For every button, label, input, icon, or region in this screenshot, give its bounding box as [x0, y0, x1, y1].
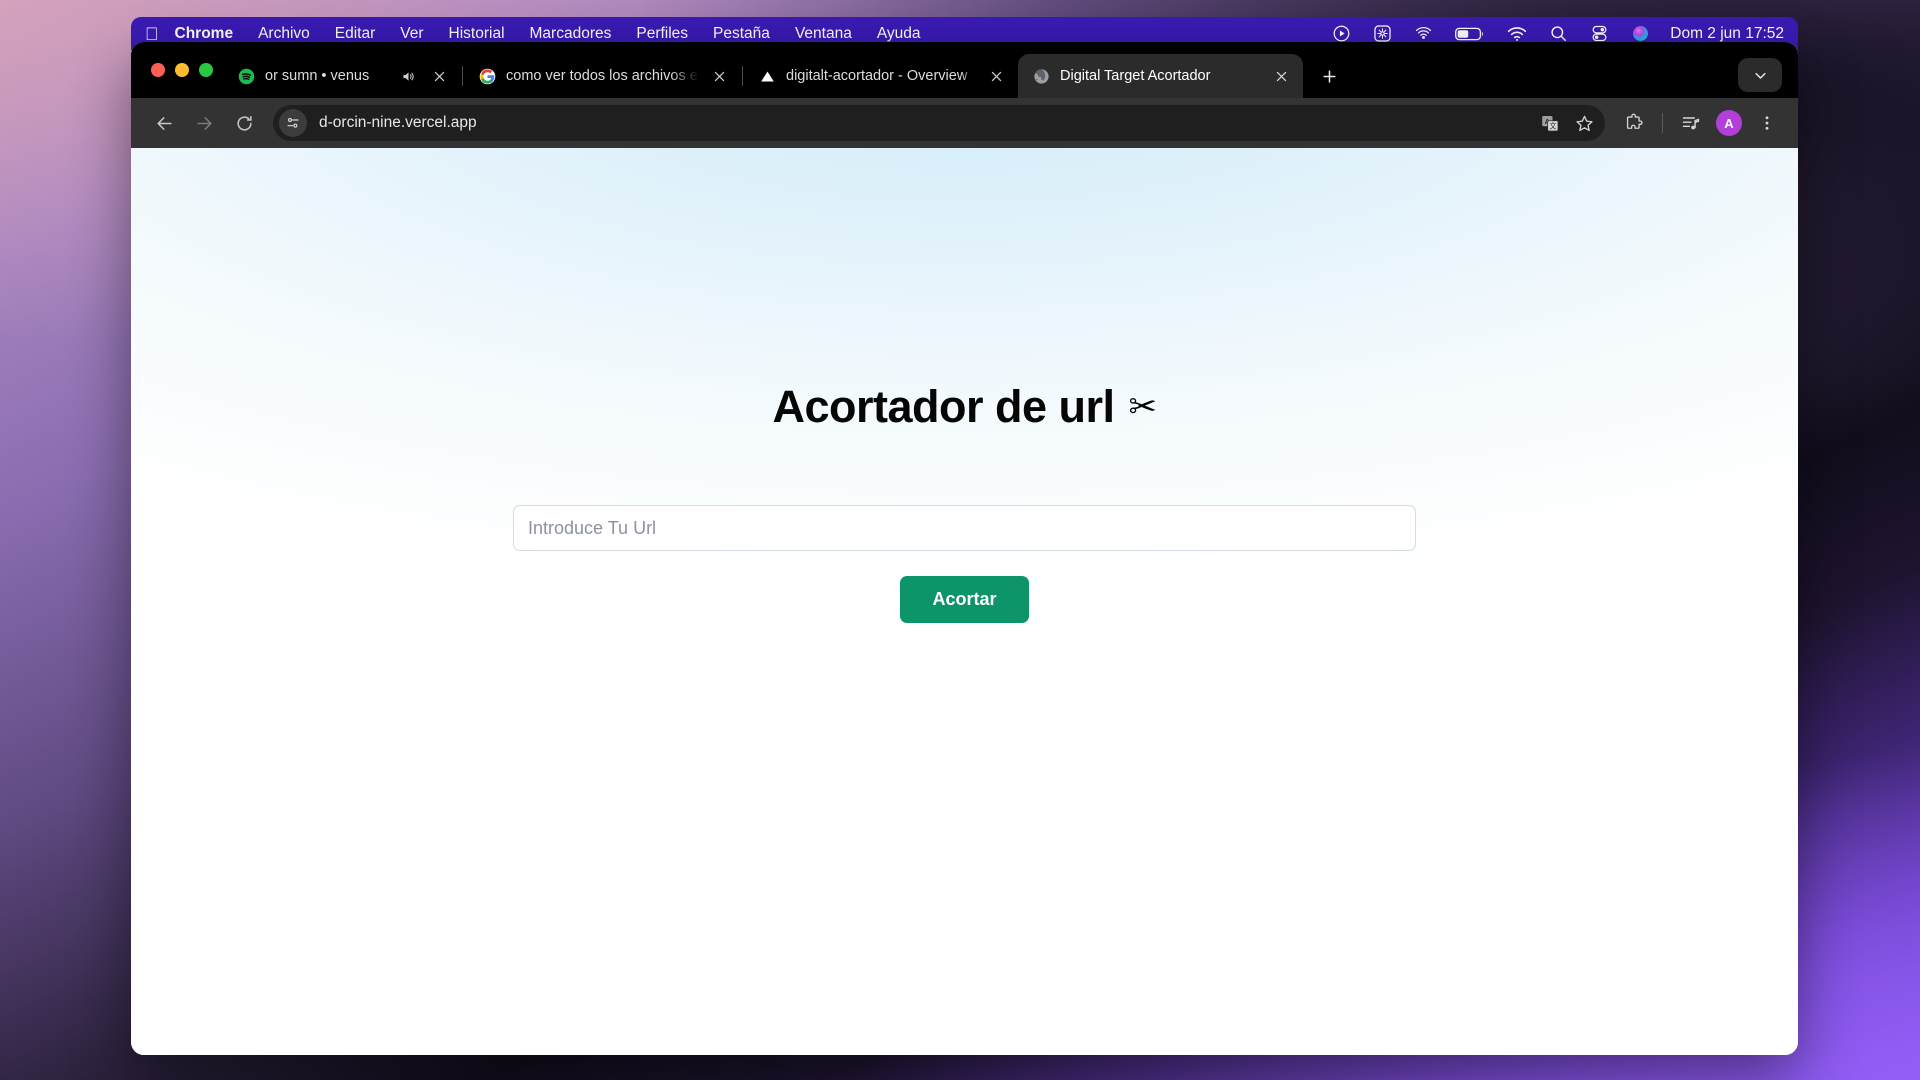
tab-close-button[interactable]	[428, 65, 450, 87]
vercel-icon	[758, 67, 777, 86]
tab-title: Digital Target Acortador	[1060, 68, 1261, 84]
menu-item-ayuda[interactable]: Ayuda	[877, 25, 921, 43]
translate-icon[interactable]: A文	[1535, 108, 1565, 138]
media-control-icon	[1681, 113, 1701, 133]
menu-item-ver[interactable]: Ver	[400, 25, 423, 43]
minimize-button[interactable]	[175, 63, 189, 77]
tab-close-button[interactable]	[708, 65, 730, 87]
tab-title: or sumn • venus	[265, 68, 388, 84]
screen-sharing-icon[interactable]	[1373, 24, 1392, 43]
tab-list: or sumn • venus como ver todos los archi…	[223, 42, 1347, 98]
new-tab-button[interactable]	[1311, 58, 1347, 94]
site-settings-tune-icon[interactable]	[279, 109, 307, 137]
chevron-down-icon	[1753, 68, 1768, 83]
tab-close-button[interactable]	[985, 65, 1007, 87]
page-title-text: Acortador de url	[772, 381, 1114, 433]
apple-logo-icon[interactable]: 	[145, 25, 159, 43]
tab-search-button[interactable]	[1738, 58, 1782, 92]
globe-icon	[1032, 67, 1051, 86]
google-icon	[478, 67, 497, 86]
arrow-forward-icon	[195, 114, 214, 133]
shortener-form: Acortar	[131, 505, 1798, 623]
tab-close-button[interactable]	[1270, 65, 1292, 87]
close-button[interactable]	[151, 63, 165, 77]
extensions-button[interactable]	[1617, 106, 1651, 140]
tab-audio-icon[interactable]	[397, 65, 419, 87]
menu-item-archivo[interactable]: Archivo	[258, 25, 310, 43]
tab-spotify[interactable]: or sumn • venus	[223, 54, 461, 98]
spotify-icon	[237, 67, 256, 86]
tab-google-search[interactable]: como ver todos los archivos e	[464, 54, 741, 98]
airplay-icon[interactable]	[1414, 24, 1433, 43]
url-text[interactable]: d-orcin-nine.vercel.app	[319, 114, 477, 132]
page-viewport: Acortador de url ✂ Acortar	[131, 148, 1798, 1055]
maximize-button[interactable]	[199, 63, 213, 77]
menu-item-chrome[interactable]: Chrome	[175, 25, 234, 43]
tab-separator	[462, 66, 463, 86]
siri-icon[interactable]	[1631, 24, 1650, 43]
menu-item-pestana[interactable]: Pestaña	[713, 25, 770, 43]
url-input[interactable]	[513, 505, 1416, 551]
forward-button[interactable]	[185, 104, 223, 142]
play-circle-icon[interactable]	[1332, 24, 1351, 43]
control-center-icon[interactable]	[1590, 24, 1609, 43]
scissors-icon: ✂	[1129, 387, 1157, 427]
profile-avatar[interactable]: A	[1716, 110, 1742, 136]
tab-separator	[742, 66, 743, 86]
browser-toolbar: d-orcin-nine.vercel.app A文 A	[131, 98, 1798, 148]
tab-title: digitalt-acortador - Overview	[786, 68, 976, 84]
tab-vercel-project[interactable]: digitalt-acortador - Overview	[744, 54, 1018, 98]
wifi-icon[interactable]	[1507, 26, 1527, 42]
search-icon[interactable]	[1549, 24, 1568, 43]
media-control-button[interactable]	[1674, 106, 1708, 140]
menu-bar-clock[interactable]: Dom 2 jun 17:52	[1670, 25, 1784, 43]
menu-item-ventana[interactable]: Ventana	[795, 25, 852, 43]
reload-icon	[235, 114, 254, 133]
battery-icon[interactable]	[1455, 26, 1485, 42]
menu-item-marcadores[interactable]: Marcadores	[530, 25, 612, 43]
toolbar-divider	[1662, 113, 1663, 133]
tab-strip: or sumn • venus como ver todos los archi…	[131, 42, 1798, 98]
menu-item-editar[interactable]: Editar	[335, 25, 376, 43]
menu-item-historial[interactable]: Historial	[449, 25, 505, 43]
page-title: Acortador de url ✂	[131, 381, 1798, 433]
window-controls	[147, 42, 223, 98]
tab-title: como ver todos los archivos e	[506, 68, 699, 84]
menu-item-perfiles[interactable]: Perfiles	[636, 25, 688, 43]
svg-text:文: 文	[1549, 121, 1556, 130]
three-dot-menu-icon	[1758, 114, 1776, 132]
extensions-puzzle-icon	[1624, 113, 1644, 133]
reload-button[interactable]	[225, 104, 263, 142]
page-content: Acortador de url ✂ Acortar	[131, 148, 1798, 623]
bookmark-star-icon[interactable]	[1569, 108, 1599, 138]
chrome-menu-button[interactable]	[1750, 106, 1784, 140]
arrow-back-icon	[155, 114, 174, 133]
chrome-window: or sumn • venus como ver todos los archi…	[131, 42, 1798, 1055]
address-bar[interactable]: d-orcin-nine.vercel.app A文	[273, 105, 1605, 141]
shorten-button[interactable]: Acortar	[900, 576, 1028, 623]
back-button[interactable]	[145, 104, 183, 142]
tab-digital-target-acortador[interactable]: Digital Target Acortador	[1018, 54, 1303, 98]
